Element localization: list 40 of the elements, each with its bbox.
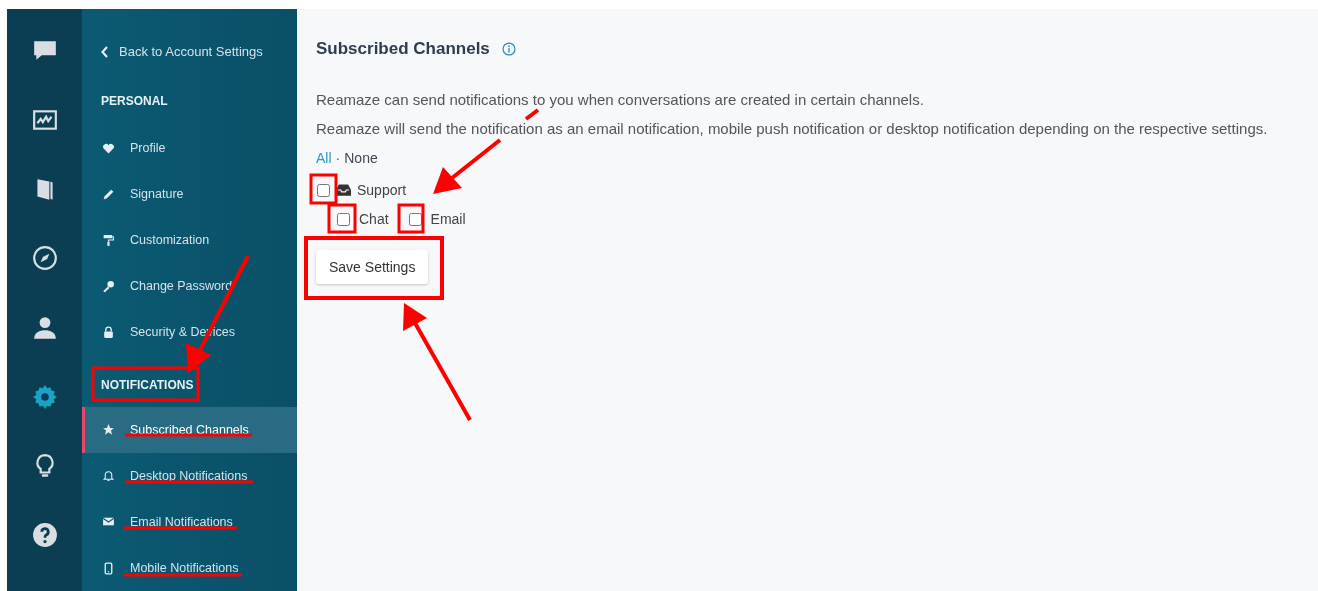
highlight-box — [397, 203, 425, 234]
inbox-tray-icon — [336, 184, 351, 196]
highlight-box — [309, 173, 338, 205]
sidebar-item[interactable]: Mobile Notifications — [82, 545, 297, 591]
select-none-link[interactable]: None — [344, 147, 378, 169]
page-title: Subscribed Channels — [316, 38, 490, 61]
description-text: Reamaze will send the notification as an email notification, mobile push notification or desktop notification depending on the respective settings. — [316, 119, 1269, 138]
bell-icon — [101, 469, 115, 483]
section-heading: PERSONAL — [101, 93, 168, 111]
compass-icon[interactable] — [31, 245, 58, 272]
channel-label: Chat — [359, 209, 389, 229]
help-icon[interactable] — [31, 521, 58, 548]
save-settings-button[interactable]: Save Settings — [316, 250, 429, 284]
gear-icon[interactable] — [31, 383, 58, 410]
description-text: Reamaze can send notifications to you when conversations are created in certain channels. — [316, 90, 925, 109]
key-icon — [101, 279, 115, 293]
channel-label: Email — [430, 209, 466, 229]
channel-label: Support — [357, 180, 407, 200]
separator-dot: · — [335, 148, 341, 168]
lock-icon — [101, 325, 115, 339]
checkbox[interactable] — [337, 212, 350, 226]
sidebar-item[interactable]: Customization — [82, 217, 297, 264]
sidebar-item[interactable]: Email Notifications — [82, 498, 297, 545]
sidebar-item[interactable]: Signature — [82, 171, 297, 218]
pencil-icon — [101, 187, 115, 201]
back-link[interactable]: Back to Account Settings — [85, 42, 297, 62]
star-icon — [101, 423, 115, 437]
sidebar-item[interactable]: Desktop Notifications — [82, 452, 297, 499]
sidebar-item[interactable]: Change Password — [82, 263, 297, 310]
heart-icon — [101, 141, 115, 155]
sidebar-item[interactable]: Profile — [82, 125, 297, 172]
info-icon[interactable] — [501, 42, 516, 56]
checkbox[interactable] — [408, 212, 422, 226]
highlight-box — [327, 203, 357, 234]
sidebar-item[interactable]: Subscribed Channels — [82, 406, 297, 453]
chevron-left-icon — [101, 45, 109, 58]
person-icon[interactable] — [31, 314, 58, 341]
paint-roller-icon — [101, 233, 115, 247]
checkbox[interactable] — [317, 183, 330, 197]
section-heading: NOTIFICATIONS — [101, 377, 194, 395]
